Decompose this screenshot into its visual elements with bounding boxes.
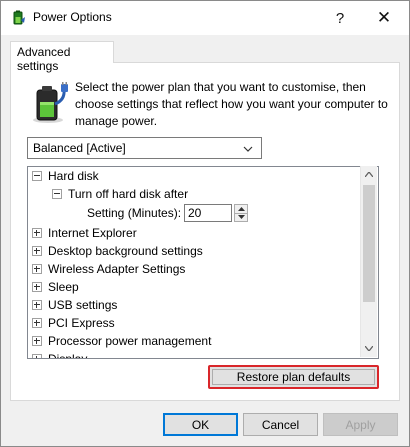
- tree-item-label: Desktop background settings: [48, 244, 203, 258]
- collapse-icon[interactable]: [52, 189, 62, 199]
- ok-button-label: OK: [191, 417, 210, 432]
- minutes-value: 20: [188, 206, 202, 220]
- tree-item-pci-express[interactable]: PCI Express: [28, 314, 378, 332]
- expand-icon[interactable]: [32, 228, 42, 238]
- settings-tree[interactable]: Hard disk Turn off hard disk after Setti…: [27, 166, 379, 359]
- window-title: Power Options: [33, 10, 112, 24]
- tree-item-label: PCI Express: [48, 316, 115, 330]
- title-bar[interactable]: Power Options ? ✕: [1, 1, 409, 35]
- tree-item-usb-settings[interactable]: USB settings: [28, 296, 378, 314]
- tree-item-label: Processor power management: [48, 334, 212, 348]
- power-options-icon: [11, 10, 27, 26]
- plan-description: Select the power plan that you want to c…: [75, 80, 388, 128]
- tree-item-label: Wireless Adapter Settings: [48, 262, 186, 276]
- tree-item-turn-off-hard-disk[interactable]: Turn off hard disk after: [28, 185, 378, 203]
- scroll-up-icon[interactable]: [361, 166, 377, 183]
- expand-icon[interactable]: [32, 282, 42, 292]
- tree-item-internet-explorer[interactable]: Internet Explorer: [28, 224, 378, 242]
- tree-item-label: Sleep: [48, 280, 79, 294]
- tree-item-desktop-background[interactable]: Desktop background settings: [28, 242, 378, 260]
- expand-icon[interactable]: [32, 354, 42, 358]
- scrollbar-thumb[interactable]: [363, 185, 375, 302]
- setting-minutes-label: Setting (Minutes):: [87, 206, 182, 220]
- expand-icon[interactable]: [32, 246, 42, 256]
- tree-item-sleep[interactable]: Sleep: [28, 278, 378, 296]
- help-icon: ?: [335, 9, 345, 27]
- ok-button[interactable]: OK: [163, 413, 238, 436]
- tree-item-hard-disk[interactable]: Hard disk: [28, 167, 378, 185]
- expand-icon[interactable]: [32, 300, 42, 310]
- advanced-settings-panel: Select the power plan that you want to c…: [10, 62, 400, 401]
- tree-item-label: Hard disk: [48, 169, 99, 183]
- tab-label: Advanced settings: [17, 45, 71, 73]
- expand-icon[interactable]: [32, 264, 42, 274]
- tree-item-label: USB settings: [48, 298, 118, 312]
- expand-icon[interactable]: [32, 336, 42, 346]
- restore-button-label: Restore plan defaults: [236, 370, 351, 384]
- tree-item-label: Internet Explorer: [48, 226, 137, 240]
- battery-power-icon: [31, 82, 71, 124]
- expand-icon[interactable]: [32, 318, 42, 328]
- tree-scrollbar[interactable]: [360, 166, 377, 357]
- power-plan-value: Balanced [Active]: [33, 141, 126, 155]
- tab-advanced-settings[interactable]: Advanced settings: [10, 41, 114, 73]
- close-button[interactable]: ✕: [361, 1, 407, 35]
- stepper-down-icon[interactable]: [235, 213, 247, 221]
- tree-item-label: Turn off hard disk after: [68, 187, 189, 201]
- chevron-down-icon: [243, 143, 253, 153]
- help-button[interactable]: ?: [317, 1, 363, 35]
- scroll-down-icon[interactable]: [361, 340, 377, 357]
- cancel-button-label: Cancel: [261, 417, 300, 432]
- tree-item-display[interactable]: Display: [28, 350, 378, 359]
- minutes-input[interactable]: 20: [184, 204, 232, 222]
- cancel-button[interactable]: Cancel: [243, 413, 318, 436]
- minutes-stepper[interactable]: [234, 204, 248, 222]
- power-options-dialog: Power Options ? ✕ Advanced settings Sele…: [0, 0, 410, 447]
- close-icon: ✕: [376, 8, 392, 27]
- collapse-icon[interactable]: [32, 171, 42, 181]
- tree-item-label: Display: [48, 352, 88, 359]
- restore-plan-defaults-button[interactable]: Restore plan defaults: [208, 365, 379, 389]
- apply-button[interactable]: Apply: [323, 413, 398, 436]
- tree-item-setting-minutes: Setting (Minutes): 20: [28, 203, 378, 224]
- power-plan-select[interactable]: Balanced [Active]: [27, 137, 262, 159]
- apply-button-label: Apply: [345, 417, 376, 432]
- tree-item-processor-power[interactable]: Processor power management: [28, 332, 378, 350]
- tree-item-wireless-adapter[interactable]: Wireless Adapter Settings: [28, 260, 378, 278]
